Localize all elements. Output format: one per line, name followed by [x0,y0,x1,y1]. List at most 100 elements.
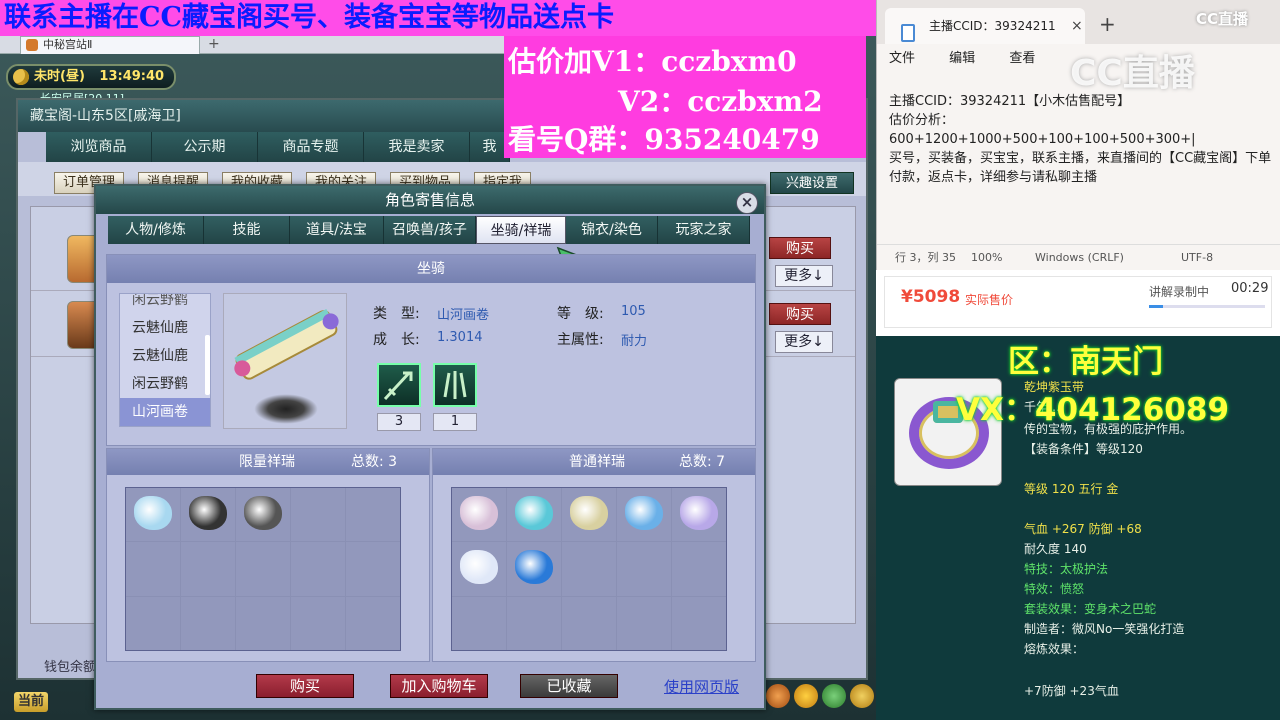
fan-icon[interactable] [850,684,874,708]
buy-button[interactable]: 购买 [769,237,831,259]
menu-view[interactable]: 查看 [1009,51,1035,66]
smiley-icon[interactable] [794,684,818,708]
mount-skill-icon-1[interactable] [377,363,421,407]
grid-cell[interactable] [181,542,235,596]
pet-icon [134,496,172,530]
mount-panel: 坐骑 闲云野鹤 云魅仙鹿 云魅仙鹿 闲云野鹤 山河画卷 类 型: 山河画卷 等 … [106,254,756,446]
grid-cell[interactable] [236,488,290,542]
close-icon[interactable]: × [736,192,758,214]
grid-cell[interactable] [126,542,180,596]
mount-growth-value: 1.3014 [437,330,483,345]
new-tab-icon[interactable]: + [1099,12,1116,36]
notepad-text[interactable]: 主播CCID：39324211【小木估售配号】 估价分析： 600+1200+1… [889,92,1273,187]
grid-cell[interactable] [507,596,561,650]
grid-cell[interactable] [452,542,506,596]
contact-box: 估价加V1：cczbxm0 V2：cczbxm2 看号Q群：935240479 [504,36,866,158]
grid-cell[interactable] [291,488,345,542]
grid-cell[interactable] [562,488,616,542]
skill-count: 1 [433,413,477,431]
moon-icon [13,69,29,85]
new-tab-icon[interactable]: + [208,36,220,52]
tab-topics[interactable]: 商品专题 [258,132,364,162]
tab-items[interactable]: 道具/法宝 [290,216,384,244]
notepad-statusbar: 行 3，列 35 100% Windows (CRLF) UTF-8 [877,244,1280,270]
interest-settings-button[interactable]: 兴趣设置 [770,172,854,194]
notepad-window: 主播CCID：39324211 × + 文件 编辑 查看 主播CCID：3932… [876,0,1280,270]
pet-icon [515,550,553,585]
tab-skills[interactable]: 技能 [204,216,290,244]
promo-banner: 联系主播在CC藏宝阁买号、装备宝宝等物品送点卡 [0,0,876,36]
grid-cell[interactable] [617,488,671,542]
pet-icon [680,496,718,530]
zoom-level: 100% [971,251,1003,264]
grid-cell[interactable] [291,542,345,596]
more-button[interactable]: 更多↓ [775,331,833,353]
mount-list-item[interactable]: 云魅仙鹿 [120,314,210,342]
grid-cell[interactable] [562,596,616,650]
mount-list-item[interactable]: 闲云野鹤 [120,294,210,314]
channel-current[interactable]: 当前 [14,692,48,712]
grid-cell[interactable] [672,488,726,542]
grid-cell[interactable] [346,542,400,596]
normal-header: 普通祥瑞 总数: 7 [433,449,755,475]
grid-cell[interactable] [346,596,400,650]
contact-line-v2: V2：cczbxm2 [618,85,823,118]
grid-cell[interactable] [126,488,180,542]
pet-icon [244,496,282,530]
grid-cell[interactable] [126,596,180,650]
menu-file[interactable]: 文件 [889,51,915,66]
grid-cell[interactable] [672,596,726,650]
mount-list-scrollbar[interactable] [205,335,210,395]
mount-attr-label: 主属性: [557,332,604,348]
buy-button[interactable]: 购买 [769,303,831,325]
grid-cell[interactable] [346,488,400,542]
browser-tab[interactable]: 中秘宫站Ⅱ [20,36,200,54]
grid-cell[interactable] [507,542,561,596]
web-version-link[interactable]: 使用网页版 [664,676,739,697]
tab-browse[interactable]: 浏览商品 [46,132,152,162]
item-line: 【装备条件】等级120 [1024,442,1143,456]
mount-skill-icon-2[interactable] [433,363,477,407]
tab-seller[interactable]: 我是卖家 [364,132,470,162]
tab-character[interactable]: 人物/修炼 [108,216,204,244]
grid-cell[interactable] [452,488,506,542]
chest-icon[interactable] [766,684,790,708]
mount-list-item[interactable]: 云魅仙鹿 [120,342,210,370]
grid-cell[interactable] [236,596,290,650]
dialog-title: 角色寄售信息 [96,186,764,214]
grid-cell[interactable] [507,488,561,542]
mount-list: 闲云野鹤 云魅仙鹿 云魅仙鹿 闲云野鹤 山河画卷 [119,293,211,427]
tab-outfits[interactable]: 锦衣/染色 [566,216,658,244]
grid-cell[interactable] [617,542,671,596]
tab-public[interactable]: 公示期 [152,132,258,162]
grid-cell[interactable] [452,596,506,650]
grid-cell[interactable] [617,596,671,650]
tab-pets[interactable]: 召唤兽/孩子 [384,216,476,244]
more-button[interactable]: 更多↓ [775,265,833,287]
notepad-tab[interactable]: 主播CCID：39324211 × [885,8,1085,44]
limited-ruyi-panel: 限量祥瑞 总数: 3 [106,448,430,662]
encoding: UTF-8 [1181,251,1214,264]
pet-icon [460,550,498,585]
collected-button[interactable]: 已收藏 [520,674,618,698]
tab-mounts[interactable]: 坐骑/祥瑞 [476,216,566,244]
mount-list-item[interactable]: 闲云野鹤 [120,370,210,398]
role-sale-dialog: 角色寄售信息 × 人物/修炼 技能 道具/法宝 召唤兽/孩子 坐骑/祥瑞 锦衣/… [94,184,766,710]
c-icon[interactable] [822,684,846,708]
grid-cell[interactable] [181,596,235,650]
add-cart-button[interactable]: 加入购物车 [390,674,488,698]
pet-icon [189,496,227,530]
grid-cell[interactable] [291,596,345,650]
grid-cell[interactable] [236,542,290,596]
tab-close-icon[interactable]: × [1071,8,1083,44]
grid-cell[interactable] [672,542,726,596]
mount-list-item-selected[interactable]: 山河画卷 [120,398,210,426]
tab-home[interactable]: 玩家之家 [658,216,750,244]
recording-label: 讲解录制中 [1149,285,1210,299]
buy-button[interactable]: 购买 [256,674,354,698]
price-bar: ¥5098 实际售价 讲解录制中 00:29 [876,270,1280,336]
menu-edit[interactable]: 编辑 [949,51,975,66]
grid-cell[interactable] [181,488,235,542]
grid-cell[interactable] [562,542,616,596]
contact-line-qq: 看号Q群：935240479 [508,123,820,156]
